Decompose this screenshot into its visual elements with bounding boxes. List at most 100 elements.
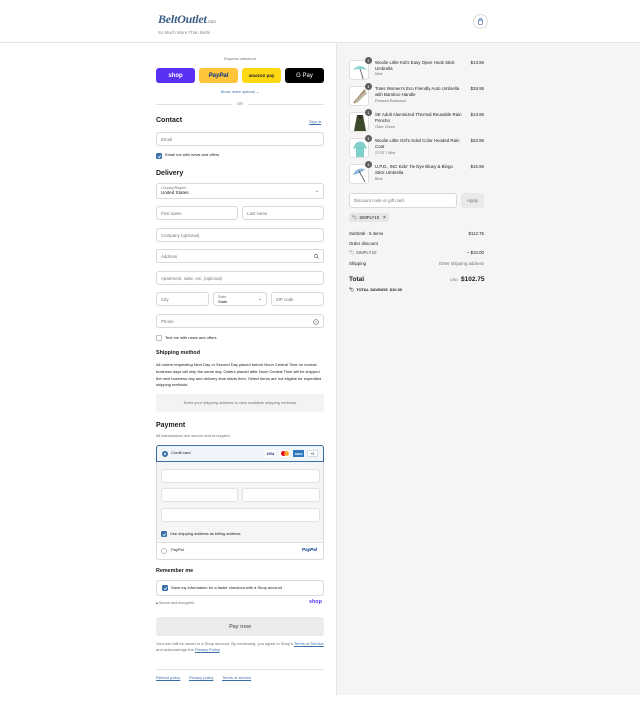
tag-icon: 🏷︎ — [352, 214, 358, 220]
item-name: Totes Women's Eco Friendly Auto Umbrella… — [375, 86, 460, 97]
item-name: U.P.D., INC Kids' Tie Dye Bluey & Bingo … — [375, 164, 453, 175]
svg-text:?: ? — [315, 320, 317, 324]
search-icon — [314, 254, 319, 259]
first-name-field[interactable]: First name — [156, 206, 238, 220]
show-more-options-link[interactable]: Show more options ⌄ — [156, 89, 324, 95]
google-pay-button[interactable]: G Pay — [285, 68, 324, 83]
divider — [157, 542, 323, 543]
refund-policy-link[interactable]: Refund policy — [156, 675, 180, 681]
company-placeholder: Company (optional) — [161, 232, 200, 238]
subtotal-row: Subtotal · 5 items $112.75 — [349, 231, 484, 238]
shop-pay-button[interactable]: shop — [156, 68, 195, 83]
apartment-field[interactable]: Apartment, suite, etc. (optional) — [156, 271, 324, 285]
phone-field[interactable]: Phone ? — [156, 314, 324, 328]
store-tagline: So Much More Than Belts — [158, 30, 210, 35]
shipping-label: Shipping — [349, 261, 367, 266]
divider-right — [248, 104, 324, 105]
apply-label: Apply — [467, 198, 478, 203]
express-checkout-title: Express checkout — [224, 56, 256, 61]
delivery-heading: Delivery — [156, 170, 184, 177]
first-name-placeholder: First name — [161, 210, 182, 216]
credit-card-option[interactable]: Credit card VISA AMEX +5 — [156, 445, 324, 462]
card-cvc-field[interactable] — [242, 488, 320, 502]
amazon-pay-button[interactable]: amazon pay — [242, 68, 281, 83]
address-placeholder: Address — [161, 253, 178, 259]
credit-card-label: Credit card — [171, 450, 191, 455]
subtotal-label: Subtotal · 5 items — [349, 231, 384, 236]
paypal-button[interactable]: PayPal — [199, 68, 238, 83]
remember-me-heading: Remember me — [156, 568, 194, 574]
sign-in-link[interactable]: Sign in — [309, 119, 321, 125]
amex-icon: AMEX — [293, 450, 304, 457]
legal-end: . — [219, 647, 221, 653]
secure-label: Secure and encrypted — [158, 601, 195, 605]
billing-same-checkbox[interactable] — [161, 531, 167, 537]
city-field[interactable]: City — [156, 292, 209, 306]
paypal-logo: PayPal — [302, 547, 318, 552]
shipping-row: Shipping Enter shipping address — [349, 261, 484, 268]
credit-card-radio[interactable] — [162, 451, 168, 457]
company-field[interactable]: Company (optional) — [156, 228, 324, 242]
shipping-methods-placeholder: Enter your shipping address to view avai… — [156, 394, 324, 412]
total-label: Total — [349, 276, 365, 283]
address-field[interactable]: Address — [156, 249, 324, 263]
text-news-checkbox[interactable] — [156, 335, 162, 341]
item-name: Woolie Little Kid's Easy Open Hook Stick… — [375, 60, 455, 71]
item-variant: Olive Green — [375, 125, 396, 129]
quantity-badge: 1 — [365, 161, 372, 168]
store-name: BeltOutlet — [158, 12, 207, 26]
total-savings: 🏷︎ TOTAL SAVINGS $10.00 — [349, 287, 402, 292]
item-price: $15.95 — [470, 164, 484, 169]
cart-item: 1 SE Adult Aluminized Thermal Reusable R… — [349, 109, 484, 136]
paypal-radio[interactable] — [161, 548, 167, 554]
zip-placeholder: ZIP code — [276, 296, 294, 302]
email-field[interactable]: Email — [156, 132, 324, 146]
save-info-label: Save my information for a faster checkou… — [171, 585, 282, 590]
terms-link[interactable]: Terms of Service — [294, 641, 324, 646]
privacy-policy-link[interactable]: Privacy policy — [189, 675, 213, 681]
subtotal-value: $112.75 — [468, 231, 484, 236]
paypal-label: PayPal — [208, 72, 229, 79]
discount-code-field[interactable]: Discount code or gift card — [349, 193, 457, 208]
help-icon[interactable]: ? — [313, 319, 319, 325]
state-value: State — [218, 299, 228, 304]
last-name-field[interactable]: Last name — [242, 206, 324, 220]
terms-of-service-link[interactable]: Terms of service — [222, 675, 251, 681]
save-info-checkbox[interactable] — [162, 585, 168, 591]
google-pay-label: G Pay — [296, 72, 313, 79]
privacy-link[interactable]: Privacy Policy — [195, 647, 220, 652]
card-number-field[interactable] — [161, 469, 320, 483]
or-divider-label: OR — [237, 101, 243, 106]
close-icon[interactable]: × — [383, 215, 386, 221]
store-logo[interactable]: BeltOutlet.com So Much More Than Belts — [158, 13, 216, 35]
card-name-field[interactable] — [161, 508, 320, 522]
shipping-method-heading: Shipping method — [156, 350, 201, 356]
savings-label: TOTAL SAVINGS — [356, 287, 388, 292]
item-variant: Pressed Botanical — [375, 99, 406, 103]
amazon-pay-label: amazon pay — [248, 73, 275, 78]
email-news-checkbox[interactable] — [156, 153, 162, 159]
chevron-down-icon: ⌄ — [257, 296, 262, 302]
contact-heading: Contact — [156, 117, 183, 124]
country-select[interactable]: Country/Region United States ⌄ — [156, 183, 324, 199]
cart-item: 1 Woolie Little Kid's Easy Open Hook Sti… — [349, 57, 484, 84]
divider-left — [156, 104, 232, 105]
discount-value: – $10.00 — [466, 250, 484, 255]
show-more-label: Show more options — [220, 89, 255, 94]
phone-placeholder: Phone — [161, 318, 174, 324]
apply-button[interactable]: Apply — [461, 193, 484, 208]
zip-field[interactable]: ZIP code — [271, 292, 324, 306]
card-expiry-field[interactable] — [161, 488, 238, 502]
billing-same-label: Use shipping address as billing address — [170, 531, 241, 536]
savings-tag-icon: 🏷︎ — [349, 287, 355, 292]
paypal-option-label[interactable]: PayPal — [171, 547, 184, 553]
footer-divider — [156, 669, 324, 670]
pay-now-button[interactable]: Pay now — [156, 617, 324, 636]
cart-bag-button[interactable] — [473, 14, 488, 29]
checkout-page: BeltOutlet.com So Much More Than Belts E… — [0, 0, 640, 721]
state-select[interactable]: State State ⌄ — [213, 292, 267, 306]
mastercard-icon — [279, 450, 290, 457]
tag-icon: 🏷︎ — [349, 250, 355, 255]
header: BeltOutlet.com So Much More Than Belts — [0, 0, 640, 43]
order-discount-row: Order discount — [349, 241, 484, 248]
